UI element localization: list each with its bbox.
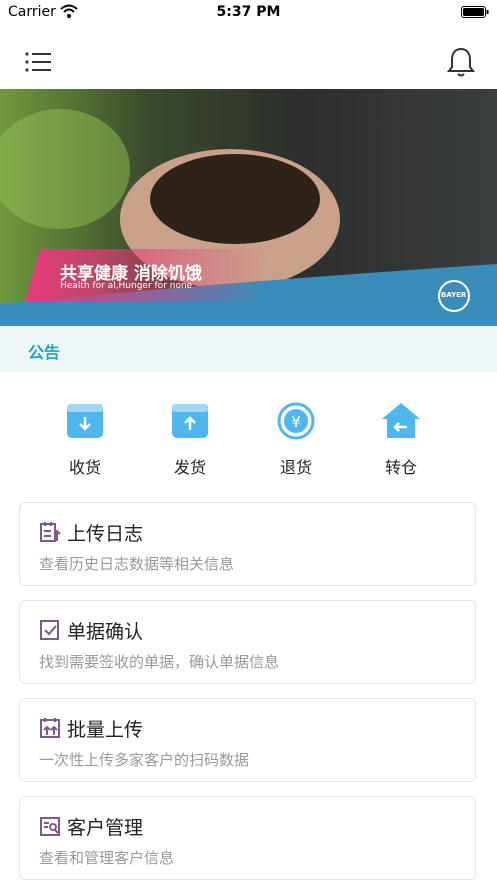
card-desc: 查看和管理客户信息 [39,849,175,867]
ship-icon [172,404,208,438]
card-customer-manage[interactable]: 客户管理 查看和管理客户信息 [19,796,476,880]
action-receive-label: 收货 [68,458,101,477]
action-receive[interactable]: 收货 [45,400,125,478]
document-confirm-icon [40,620,59,640]
banner[interactable]: 共享健康 消除饥饿 Health for al,Hunger for none … [0,89,497,326]
bell-icon[interactable] [447,46,475,78]
card-title: 单据确认 [67,621,144,643]
action-return-label: 退货 [279,458,312,477]
action-transfer-label: 转仓 [384,458,417,477]
card-document-confirm[interactable]: 单据确认 找到需要签收的单据，确认单据信息 [19,600,476,684]
card-batch-upload[interactable]: 批量上传 一次性上传多家客户的扫码数据 [19,698,476,782]
banner-subtitle: Health for al,Hunger for none [60,281,193,291]
bayer-logo: BAYER [441,291,467,299]
card-desc: 查看历史日志数据等相关信息 [39,555,235,573]
nav-bar [0,26,497,89]
action-transfer[interactable]: 转仓 [361,400,441,478]
svg-text:¥: ¥ [291,413,301,431]
menu-icon[interactable] [24,50,52,74]
notice-label: 公告 [28,343,61,362]
quick-actions: 收货 发货 ¥ 退货 转仓 [0,372,497,492]
batch-upload-icon [40,718,60,738]
card-desc: 找到需要签收的单据，确认单据信息 [39,653,280,671]
battery-icon [461,6,489,18]
card-upload-log[interactable]: 上传日志 查看历史日志数据等相关信息 [19,502,476,586]
customer-manage-icon [40,817,60,836]
return-icon: ¥ [277,402,315,440]
card-title: 上传日志 [67,523,144,545]
card-title: 批量上传 [67,719,144,741]
notice-bar[interactable]: 公告 [0,326,497,372]
status-bar: Carrier 5:37 PM [0,0,497,26]
action-ship[interactable]: 发货 [150,400,230,478]
upload-log-icon [40,522,61,542]
card-desc: 一次性上传多家客户的扫码数据 [39,751,250,769]
transfer-icon [382,403,420,438]
action-ship-label: 发货 [173,458,206,477]
status-time: 5:37 PM [216,4,281,20]
card-title: 客户管理 [67,817,144,839]
receive-icon [67,404,103,438]
feature-list: 上传日志 查看历史日志数据等相关信息 单据确认 找到需要签收的单据，确认单据信息… [0,492,497,883]
action-return[interactable]: ¥ 退货 [256,400,336,478]
